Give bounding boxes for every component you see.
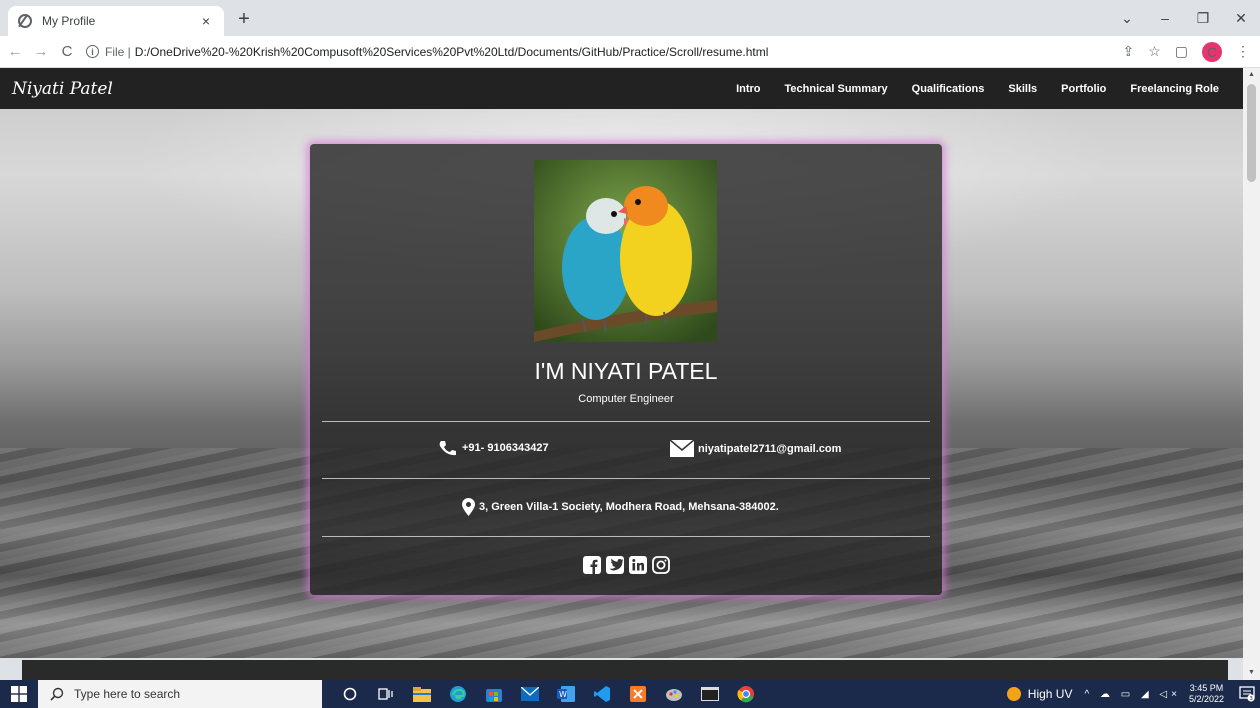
mail-icon[interactable] [512, 680, 548, 708]
weather-widget[interactable]: High UV [1006, 686, 1073, 702]
scroll-up-arrow-icon[interactable]: ▲ [1243, 68, 1260, 82]
browser-toolbar: ← → C i File | D:/OneDrive%20-%20Krish%2… [0, 36, 1260, 68]
nav-link-freelancing-role[interactable]: Freelancing Role [1118, 83, 1231, 95]
sun-icon [1006, 687, 1021, 701]
svg-text:W: W [559, 690, 567, 699]
nav-link-intro[interactable]: Intro [724, 83, 772, 95]
email-contact[interactable]: niyatipatel2711@gmail.com [670, 440, 841, 457]
weather-text: High UV [1027, 687, 1073, 701]
profile-name: I'M NIYATI PATEL [534, 358, 718, 384]
address-text: 3, Green Villa-1 Society, Modhera Road, … [479, 501, 779, 513]
tab-search-button[interactable]: ⌄ [1108, 0, 1146, 36]
page-scrollbar[interactable]: ▲ ▼ [1243, 68, 1260, 680]
social-links [310, 555, 942, 574]
word-icon[interactable]: W [548, 680, 584, 708]
edge-icon[interactable] [440, 680, 476, 708]
map-marker-icon [462, 498, 475, 516]
minimize-button[interactable]: – [1146, 0, 1184, 36]
bookmark-star-icon[interactable]: ☆ [1148, 43, 1161, 60]
toolbar-actions: ⇪ ☆ ▢ C ⋮ [1122, 41, 1250, 62]
phone-icon [439, 441, 456, 456]
twitter-icon[interactable] [605, 555, 624, 574]
clock-date: 5/2/2022 [1188, 694, 1224, 704]
file-explorer-icon[interactable] [404, 680, 440, 708]
facebook-icon[interactable] [582, 555, 601, 574]
profile-photo-lovebirds [534, 160, 717, 342]
store-icon[interactable] [476, 680, 512, 708]
divider [322, 421, 930, 422]
taskbar-apps: W [332, 680, 764, 708]
nav-links: Intro Technical Summary Qualifications S… [724, 83, 1231, 95]
browser-tabstrip: My Profile × + ⌄ – ❐ ✕ [0, 0, 1260, 36]
share-icon[interactable]: ⇪ [1122, 43, 1134, 60]
xampp-icon[interactable] [620, 680, 656, 708]
site-navbar: Niyati Patel Intro Technical Summary Qua… [0, 68, 1243, 109]
profile-title: Computer Engineer [578, 393, 674, 405]
nav-link-qualifications[interactable]: Qualifications [900, 83, 997, 95]
close-window-button[interactable]: ✕ [1222, 0, 1260, 36]
search-icon [50, 687, 64, 701]
scroll-down-arrow-icon[interactable]: ▼ [1243, 666, 1260, 680]
task-view-icon[interactable] [368, 680, 404, 708]
phone-number: +91- 9106343427 [462, 442, 549, 454]
back-button[interactable]: ← [4, 43, 26, 60]
paint-icon[interactable] [656, 680, 692, 708]
chrome-icon[interactable] [728, 680, 764, 708]
browser-tab[interactable]: My Profile × [8, 6, 224, 36]
system-tray: High UV ^ ☁ ▭ ◢ ◁× 3:45 PM 5/2/2022 3 [1006, 680, 1260, 708]
tab-close-button[interactable]: × [198, 13, 214, 29]
url-scheme-label: File | [105, 44, 131, 59]
notification-count: 3 [1249, 696, 1253, 702]
reload-button[interactable]: C [56, 43, 78, 60]
restore-button[interactable]: ❐ [1184, 0, 1222, 36]
clock-time: 3:45 PM [1189, 683, 1224, 693]
email-address: niyatipatel2711@gmail.com [698, 442, 842, 455]
phone-contact[interactable]: +91- 9106343427 [438, 440, 549, 456]
address-contact: 3, Green Villa-1 Society, Modhera Road, … [462, 498, 779, 516]
address-bar[interactable]: i File | D:/OneDrive%20-%20Krish%20Compu… [86, 39, 1122, 65]
window-controls: ⌄ – ❐ ✕ [1108, 0, 1260, 36]
instagram-icon[interactable] [651, 555, 670, 574]
kebab-menu-icon[interactable]: ⋮ [1236, 43, 1250, 60]
nav-link-technical-summary[interactable]: Technical Summary [773, 83, 900, 95]
new-tab-button[interactable]: + [232, 9, 256, 29]
page-viewport: Niyati Patel Intro Technical Summary Qua… [0, 68, 1260, 680]
divider [322, 536, 930, 537]
vscode-icon[interactable] [584, 680, 620, 708]
divider [322, 478, 930, 479]
search-placeholder: Type here to search [74, 687, 181, 701]
profile-card: I'M NIYATI PATEL Computer Engineer +91- … [310, 144, 942, 595]
globe-icon [18, 14, 32, 28]
url-text[interactable]: D:/OneDrive%20-%20Krish%20Compusoft%20Se… [135, 45, 769, 59]
next-section-preview [22, 660, 1228, 680]
profile-avatar[interactable]: C [1202, 41, 1222, 62]
taskbar-clock[interactable]: 3:45 PM 5/2/2022 [1189, 683, 1224, 705]
info-icon[interactable]: i [86, 45, 99, 58]
tray-icons[interactable]: ^ ☁ ▭ ◢ ◁× [1084, 689, 1180, 700]
cortana-icon[interactable] [332, 680, 368, 708]
terminal-icon[interactable] [692, 680, 728, 708]
windows-start-icon[interactable] [0, 680, 38, 708]
nav-link-skills[interactable]: Skills [996, 83, 1049, 95]
windows-taskbar: Type here to search W High UV ^ ☁ ▭ ◢ ◁×… [0, 680, 1260, 708]
envelope-icon [670, 440, 694, 457]
scroll-thumb[interactable] [1247, 84, 1256, 182]
forward-button[interactable]: → [30, 43, 52, 60]
tab-title: My Profile [42, 14, 96, 28]
side-panel-icon[interactable]: ▢ [1175, 43, 1188, 60]
nav-link-portfolio[interactable]: Portfolio [1049, 83, 1118, 95]
taskbar-search-box[interactable]: Type here to search [38, 680, 322, 708]
site-brand[interactable]: Niyati Patel [12, 79, 113, 99]
notification-center-icon[interactable]: 3 [1234, 680, 1260, 708]
linkedin-icon[interactable] [628, 555, 647, 574]
